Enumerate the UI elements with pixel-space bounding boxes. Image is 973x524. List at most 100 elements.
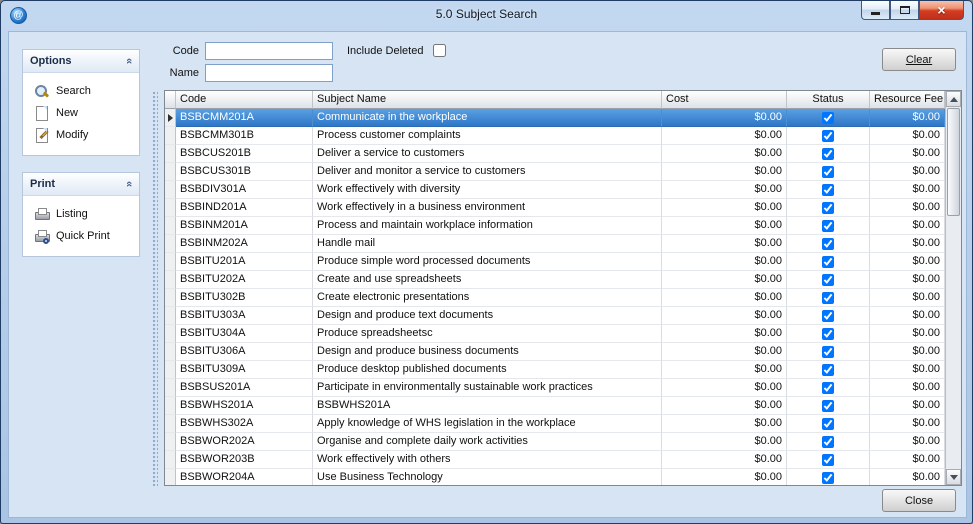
status-checkbox[interactable] [822,166,834,178]
table-row[interactable]: BSBWHS201ABSBWHS201A$0.00$0.00 [165,397,945,415]
table-row[interactable]: BSBITU201AProduce simple word processed … [165,253,945,271]
status-checkbox[interactable] [822,184,834,196]
table-row[interactable]: BSBCMM201ACommunicate in the workplace$0… [165,109,945,127]
sidebar-item-modify[interactable]: Modify [27,124,135,146]
table-row[interactable]: BSBINM202AHandle mail$0.00$0.00 [165,235,945,253]
row-code: BSBITU202A [176,271,313,289]
row-code: BSBINM202A [176,235,313,253]
status-checkbox[interactable] [822,130,834,142]
table-row[interactable]: BSBITU202ACreate and use spreadsheets$0.… [165,271,945,289]
row-status [787,415,870,433]
column-header-resource-fee[interactable]: Resource Fee [870,91,945,109]
maximize-button[interactable] [890,1,919,20]
row-status [787,163,870,181]
row-cost: $0.00 [662,361,787,379]
row-cost: $0.00 [662,433,787,451]
status-checkbox[interactable] [822,382,834,394]
status-checkbox[interactable] [822,400,834,412]
status-checkbox[interactable] [822,202,834,214]
status-checkbox[interactable] [822,418,834,430]
collapse-chevron-icon[interactable] [123,181,135,187]
print-panel: Print Listing Quick Print [22,172,140,257]
status-checkbox[interactable] [822,112,834,124]
vertical-scrollbar[interactable] [945,91,961,485]
row-subject-name: Work effectively in a business environme… [313,199,662,217]
search-icon [34,84,49,99]
row-subject-name: BSBWHS201A [313,397,662,415]
sidebar-item-label: Quick Print [56,230,110,242]
minimize-button[interactable] [861,1,890,20]
row-resource-fee: $0.00 [870,307,945,325]
table-row[interactable]: BSBITU309AProduce desktop published docu… [165,361,945,379]
titlebar[interactable]: @ 5.0 Subject Search × [1,1,972,31]
row-resource-fee: $0.00 [870,127,945,145]
scrollbar-thumb[interactable] [947,108,960,216]
table-row[interactable]: BSBITU302BCreate electronic presentation… [165,289,945,307]
status-checkbox[interactable] [822,310,834,322]
row-code: BSBWHS201A [176,397,313,415]
splitter-handle[interactable] [151,90,158,486]
status-checkbox[interactable] [822,256,834,268]
row-indicator [165,109,176,127]
close-button[interactable]: Close [882,489,956,512]
column-header-status[interactable]: Status [787,91,870,109]
table-row[interactable]: BSBINM201AProcess and maintain workplace… [165,217,945,235]
sidebar-item-quick-print[interactable]: Quick Print [27,225,135,247]
row-indicator [165,199,176,217]
table-row[interactable]: BSBWOR202AOrganise and complete daily wo… [165,433,945,451]
status-checkbox[interactable] [822,220,834,232]
status-checkbox[interactable] [822,364,834,376]
sidebar-item-new[interactable]: New [27,102,135,124]
table-row[interactable]: BSBITU303ADesign and produce text docume… [165,307,945,325]
scroll-down-button[interactable] [946,469,961,485]
close-window-button[interactable]: × [919,1,964,20]
include-deleted-checkbox[interactable] [433,44,446,57]
status-checkbox[interactable] [822,346,834,358]
status-checkbox[interactable] [822,454,834,466]
sidebar-item-search[interactable]: Search [27,80,135,102]
name-input[interactable] [205,64,333,82]
sidebar-item-listing[interactable]: Listing [27,203,135,225]
status-checkbox[interactable] [822,436,834,448]
table-row[interactable]: BSBCUS201BDeliver a service to customers… [165,145,945,163]
status-checkbox[interactable] [822,328,834,340]
status-checkbox[interactable] [822,472,834,484]
table-row[interactable]: BSBCMM301BProcess customer complaints$0.… [165,127,945,145]
clear-button[interactable]: Clear [882,48,956,71]
row-indicator [165,361,176,379]
table-row[interactable]: BSBITU304AProduce spreadsheetsc$0.00$0.0… [165,325,945,343]
row-resource-fee: $0.00 [870,271,945,289]
column-header-cost[interactable]: Cost [662,91,787,109]
row-status [787,451,870,469]
options-panel-header[interactable]: Options [23,50,139,73]
table-row[interactable]: BSBIND201AWork effectively in a business… [165,199,945,217]
table-row[interactable]: BSBWHS302AApply knowledge of WHS legisla… [165,415,945,433]
code-input[interactable] [205,42,333,60]
status-checkbox[interactable] [822,238,834,250]
collapse-chevron-icon[interactable] [123,58,135,64]
table-row[interactable]: BSBDIV301AWork effectively with diversit… [165,181,945,199]
row-cost: $0.00 [662,343,787,361]
scroll-up-button[interactable] [946,91,961,107]
table-row[interactable]: BSBITU306ADesign and produce business do… [165,343,945,361]
row-code: BSBCUS201B [176,145,313,163]
row-indicator [165,271,176,289]
status-checkbox[interactable] [822,292,834,304]
table-row[interactable]: BSBSUS201AParticipate in environmentally… [165,379,945,397]
print-panel-header[interactable]: Print [23,173,139,196]
row-cost: $0.00 [662,145,787,163]
row-indicator [165,127,176,145]
status-checkbox[interactable] [822,148,834,160]
column-header-subject-name[interactable]: Subject Name [313,91,662,109]
row-cost: $0.00 [662,415,787,433]
row-status [787,127,870,145]
table-row[interactable]: BSBCUS301BDeliver and monitor a service … [165,163,945,181]
column-header-code[interactable]: Code [176,91,313,109]
row-indicator [165,325,176,343]
table-row[interactable]: BSBWOR203BWork effectively with others$0… [165,451,945,469]
table-row[interactable]: BSBWOR204AUse Business Technology$0.00$0… [165,469,945,485]
row-indicator [165,289,176,307]
status-checkbox[interactable] [822,274,834,286]
sidebar-item-label: Modify [56,129,88,141]
print-panel-items: Listing Quick Print [23,196,139,256]
